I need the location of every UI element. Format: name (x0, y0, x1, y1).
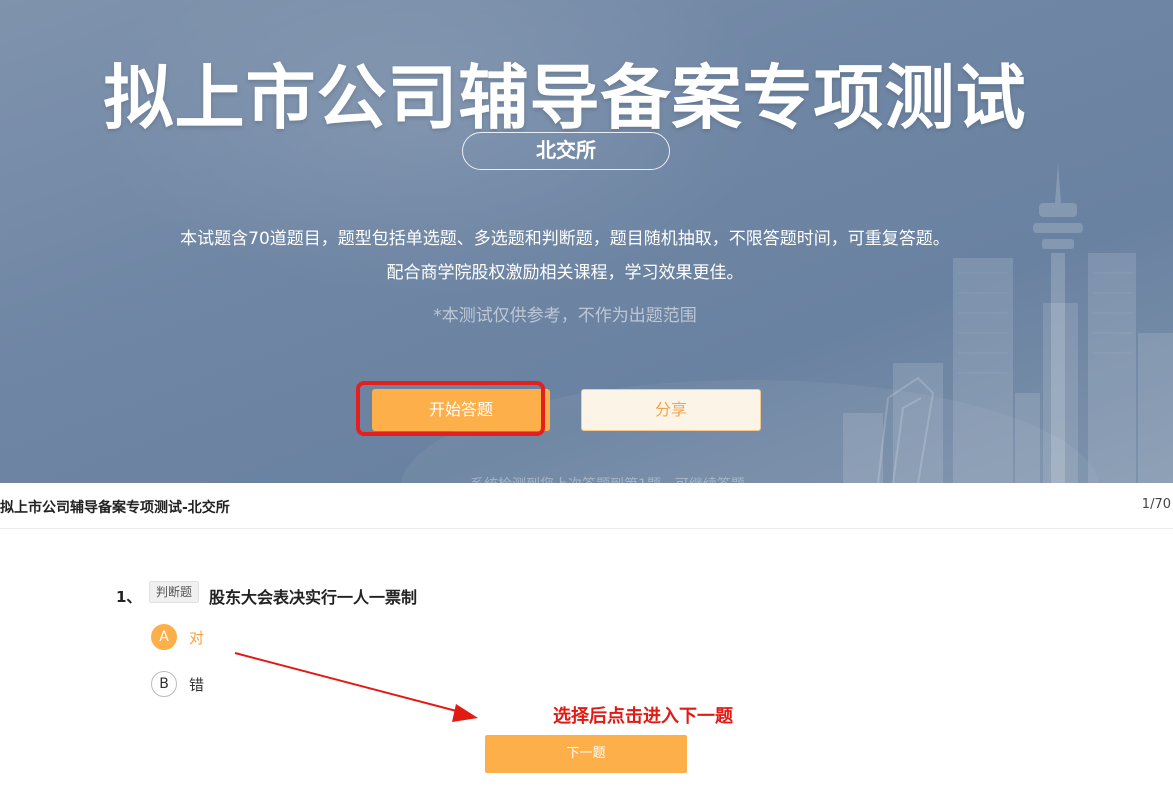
next-question-button[interactable]: 下一题 (485, 735, 687, 773)
option-b-letter: B (151, 671, 177, 697)
question-progress: 1/70 (1141, 497, 1171, 512)
option-b[interactable]: B 错 (151, 671, 204, 697)
question-text: 股东大会表决实行一人一票制 (209, 588, 418, 607)
quiz-header: 拟上市公司辅导备案专项测试-北交所 1/70 (0, 483, 1173, 529)
resume-hint-text: 系统检测到您上次答题到第1题，可继续答题 (470, 474, 800, 483)
quiz-panel: 拟上市公司辅导备案专项测试-北交所 1/70 1、 判断题 股东大会表决实行一人… (0, 483, 1173, 811)
question-type-badge: 判断题 (149, 581, 200, 603)
arrow-annotation-icon (234, 652, 478, 722)
option-b-text: 错 (189, 675, 205, 694)
option-a[interactable]: A 对 (151, 624, 204, 650)
option-a-letter: A (151, 624, 177, 650)
option-a-text: 对 (189, 628, 205, 647)
disclaimer-note: *本测试仅供参考，不作为出题范围 (433, 306, 697, 326)
quiz-title: 拟上市公司辅导备案专项测试-北交所 (0, 500, 230, 516)
next-step-hint: 选择后点击进入下一题 (553, 706, 733, 727)
intro-banner: 拟上市公司辅导备案专项测试 北交所 本试题含70道题目，题型包括单选题、多选题和… (0, 0, 1173, 483)
exchange-badge: 北交所 (462, 132, 670, 170)
description-line-2: 配合商学院股权激励相关课程，学习效果更佳。 (386, 263, 744, 283)
question-number: 1、 (116, 588, 142, 606)
page-title: 拟上市公司辅导备案专项测试 (103, 57, 1027, 139)
share-button[interactable]: 分享 (581, 389, 761, 431)
description-line-1: 本试题含70道题目，题型包括单选题、多选题和判断题，题目随机抽取，不限答题时间，… (180, 229, 950, 249)
start-button-highlight-annotation (356, 381, 545, 436)
